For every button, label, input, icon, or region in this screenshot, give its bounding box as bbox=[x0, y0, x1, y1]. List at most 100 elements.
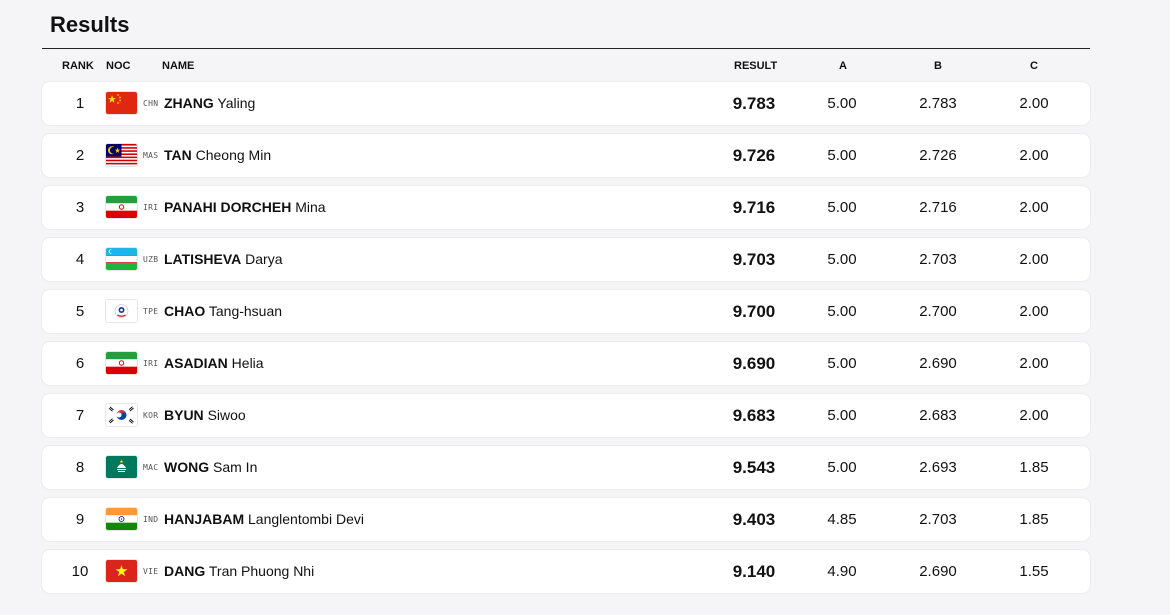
result-cell: 9.403 bbox=[732, 510, 776, 529]
chinese-taipei-flag-icon bbox=[106, 300, 137, 322]
result-cell: 9.140 bbox=[732, 562, 776, 581]
table-row[interactable]: 4 UZB LATISHEVA Darya 9.703 5.00 2.703 2… bbox=[42, 238, 1090, 281]
score-a-cell: 4.90 bbox=[827, 563, 857, 580]
athlete-name[interactable]: LATISHEVA Darya bbox=[164, 238, 283, 281]
score-b-cell: 2.783 bbox=[919, 95, 957, 112]
table-row[interactable]: 10 VIE DANG Tran Phuong Nhi 9.140 4.90 2… bbox=[42, 550, 1090, 593]
table-row[interactable]: 3 IRI PANAHI DORCHEH Mina 9.716 5.00 2.7… bbox=[42, 186, 1090, 229]
athlete-last-name: PANAHI DORCHEH bbox=[164, 199, 292, 215]
score-c-cell: 2.00 bbox=[1019, 95, 1049, 112]
china-flag-icon bbox=[106, 92, 137, 114]
athlete-last-name: DANG bbox=[164, 563, 206, 579]
score-b-cell: 2.716 bbox=[919, 199, 957, 216]
rank-cell: 7 bbox=[75, 407, 85, 424]
india-flag-icon bbox=[106, 508, 137, 530]
score-c-cell: 1.85 bbox=[1019, 459, 1049, 476]
athlete-name[interactable]: BYUN Siwoo bbox=[164, 394, 246, 437]
table-row[interactable]: 5 TPE CHAO Tang-hsuan 9.700 5.00 2.700 2… bbox=[42, 290, 1090, 333]
score-c-cell: 2.00 bbox=[1019, 303, 1049, 320]
rank-cell: 2 bbox=[75, 147, 85, 164]
score-c-cell: 2.00 bbox=[1019, 355, 1049, 372]
athlete-first-name: Tran Phuong Nhi bbox=[208, 563, 315, 579]
score-c-cell: 2.00 bbox=[1019, 199, 1049, 216]
noc-code: MAS bbox=[143, 151, 159, 160]
column-header-c: C bbox=[1030, 60, 1038, 72]
score-a-cell: 5.00 bbox=[827, 199, 857, 216]
athlete-name[interactable]: HANJABAM Langlentombi Devi bbox=[164, 498, 364, 541]
athlete-first-name: Cheong Min bbox=[195, 147, 272, 163]
noc-code: IRI bbox=[143, 359, 159, 368]
column-header-name: NAME bbox=[162, 60, 195, 72]
score-b-cell: 2.690 bbox=[919, 563, 957, 580]
table-row[interactable]: 2 MAS TAN Cheong Min 9.726 5.00 2.726 2.… bbox=[42, 134, 1090, 177]
noc-code: IRI bbox=[143, 203, 159, 212]
column-header-b: B bbox=[934, 60, 942, 72]
score-b-cell: 2.683 bbox=[919, 407, 957, 424]
rank-cell: 5 bbox=[75, 303, 85, 320]
score-b-cell: 2.690 bbox=[919, 355, 957, 372]
rank-cell: 3 bbox=[75, 199, 85, 216]
column-header-noc: NOC bbox=[106, 60, 131, 72]
rank-cell: 10 bbox=[71, 563, 89, 580]
result-cell: 9.716 bbox=[732, 198, 776, 217]
score-a-cell: 5.00 bbox=[827, 355, 857, 372]
score-b-cell: 2.693 bbox=[919, 459, 957, 476]
athlete-last-name: HANJABAM bbox=[164, 511, 245, 527]
athlete-last-name: LATISHEVA bbox=[164, 251, 242, 267]
athlete-name[interactable]: CHAO Tang-hsuan bbox=[164, 290, 282, 333]
athlete-first-name: Sam In bbox=[213, 459, 258, 475]
noc-code: UZB bbox=[143, 255, 159, 264]
athlete-name[interactable]: WONG Sam In bbox=[164, 446, 257, 489]
noc-code: VIE bbox=[143, 567, 159, 576]
score-c-cell: 1.85 bbox=[1019, 511, 1049, 528]
column-header-a: A bbox=[839, 60, 847, 72]
rank-cell: 9 bbox=[75, 511, 85, 528]
athlete-first-name: Mina bbox=[295, 199, 326, 215]
score-b-cell: 2.703 bbox=[919, 511, 957, 528]
score-a-cell: 5.00 bbox=[827, 147, 857, 164]
iran-flag-icon bbox=[106, 352, 137, 374]
score-c-cell: 2.00 bbox=[1019, 147, 1049, 164]
athlete-name[interactable]: ASADIAN Helia bbox=[164, 342, 264, 385]
score-a-cell: 5.00 bbox=[827, 251, 857, 268]
rank-cell: 4 bbox=[75, 251, 85, 268]
score-a-cell: 5.00 bbox=[827, 407, 857, 424]
iran-flag-icon bbox=[106, 196, 137, 218]
athlete-name[interactable]: DANG Tran Phuong Nhi bbox=[164, 550, 314, 593]
athlete-first-name: Siwoo bbox=[207, 407, 246, 423]
athlete-name[interactable]: ZHANG Yaling bbox=[164, 82, 255, 125]
table-header: RANK NOC NAME RESULT A B C bbox=[42, 56, 1090, 76]
athlete-last-name: CHAO bbox=[164, 303, 206, 319]
uzbekistan-flag-icon bbox=[106, 248, 137, 270]
table-row[interactable]: 7 KOR BYUN Siwoo 9.683 5.00 2.683 2.00 bbox=[42, 394, 1090, 437]
result-cell: 9.783 bbox=[732, 94, 776, 113]
table-row[interactable]: 1 CHN ZHANG Yaling 9.783 5.00 2.783 2.00 bbox=[42, 82, 1090, 125]
athlete-last-name: ZHANG bbox=[164, 95, 214, 111]
athlete-last-name: BYUN bbox=[164, 407, 204, 423]
score-a-cell: 4.85 bbox=[827, 511, 857, 528]
page-title: Results bbox=[50, 12, 130, 37]
score-b-cell: 2.700 bbox=[919, 303, 957, 320]
athlete-first-name: Darya bbox=[245, 251, 283, 267]
noc-code: MAC bbox=[143, 463, 159, 472]
vietnam-flag-icon bbox=[106, 560, 137, 582]
table-row[interactable]: 6 IRI ASADIAN Helia 9.690 5.00 2.690 2.0… bbox=[42, 342, 1090, 385]
athlete-first-name: Yaling bbox=[217, 95, 256, 111]
result-cell: 9.726 bbox=[732, 146, 776, 165]
table-row[interactable]: 9 IND HANJABAM Langlentombi Devi 9.403 4… bbox=[42, 498, 1090, 541]
athlete-first-name: Langlentombi Devi bbox=[248, 511, 364, 527]
column-header-rank: RANK bbox=[62, 60, 94, 72]
result-cell: 9.543 bbox=[732, 458, 776, 477]
title-divider bbox=[42, 48, 1090, 49]
result-cell: 9.703 bbox=[732, 250, 776, 269]
athlete-name[interactable]: TAN Cheong Min bbox=[164, 134, 271, 177]
score-c-cell: 2.00 bbox=[1019, 407, 1049, 424]
score-c-cell: 1.55 bbox=[1019, 563, 1049, 580]
result-cell: 9.700 bbox=[732, 302, 776, 321]
noc-code: TPE bbox=[143, 307, 159, 316]
score-b-cell: 2.726 bbox=[919, 147, 957, 164]
result-cell: 9.690 bbox=[732, 354, 776, 373]
athlete-name[interactable]: PANAHI DORCHEH Mina bbox=[164, 186, 326, 229]
table-row[interactable]: 8 MAC WONG Sam In 9.543 5.00 2.693 1.85 bbox=[42, 446, 1090, 489]
score-c-cell: 2.00 bbox=[1019, 251, 1049, 268]
